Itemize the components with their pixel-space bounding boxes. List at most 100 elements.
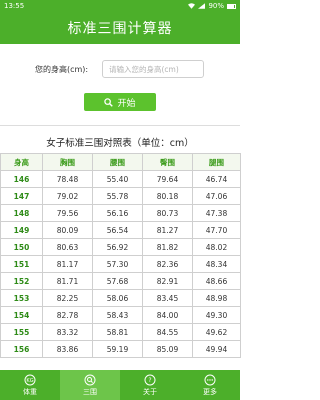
search-icon — [104, 97, 114, 107]
search-icon — [84, 374, 96, 386]
height-input[interactable] — [102, 60, 204, 78]
height-form: 您的身高(cm): 开始 — [0, 44, 240, 124]
kg-icon: KG — [24, 374, 36, 386]
cell-waist: 56.16 — [92, 204, 143, 222]
tab-about-label: 关于 — [143, 387, 157, 396]
cell-waist: 58.43 — [92, 306, 143, 324]
cell-waist: 55.78 — [92, 187, 143, 205]
cell-leg: 47.06 — [192, 187, 241, 205]
start-button[interactable]: 开始 — [84, 93, 156, 111]
table-row: 153 82.25 58.06 83.45 48.98 — [0, 289, 241, 307]
tab-more[interactable]: 更多 — [180, 370, 240, 400]
cell-hip: 80.18 — [142, 187, 193, 205]
cell-bust: 83.86 — [42, 340, 93, 358]
cell-hip: 82.36 — [142, 255, 193, 273]
status-bar: 13:55 90% — [0, 0, 240, 12]
cell-bust: 78.48 — [42, 170, 93, 188]
cell-hip: 84.00 — [142, 306, 193, 324]
cell-waist: 56.92 — [92, 238, 143, 256]
cell-height: 146 — [0, 170, 43, 188]
cell-hip: 81.27 — [142, 221, 193, 239]
cell-hip: 79.64 — [142, 170, 193, 188]
cell-waist: 58.81 — [92, 323, 143, 341]
header-hip: 臀围 — [142, 153, 193, 171]
cell-bust: 83.32 — [42, 323, 93, 341]
cell-height: 147 — [0, 187, 43, 205]
table-row: 150 80.63 56.92 81.82 48.02 — [0, 238, 241, 256]
header-leg: 腿围 — [192, 153, 241, 171]
cell-leg: 48.66 — [192, 272, 241, 290]
status-time: 13:55 — [4, 2, 25, 10]
table-header-row: 身高 胸围 腰围 臀围 腿围 — [0, 153, 241, 171]
cell-hip: 84.55 — [142, 323, 193, 341]
measurement-table: 身高 胸围 腰围 臀围 腿围 146 78.48 55.40 79.64 46.… — [0, 153, 241, 358]
cell-height: 148 — [0, 204, 43, 222]
cell-hip: 82.91 — [142, 272, 193, 290]
cell-hip: 85.09 — [142, 340, 193, 358]
table-row: 148 79.56 56.16 80.73 47.38 — [0, 204, 241, 222]
cell-bust: 82.25 — [42, 289, 93, 307]
cell-height: 153 — [0, 289, 43, 307]
svg-text:?: ? — [148, 377, 151, 384]
header-bust: 胸围 — [42, 153, 93, 171]
table-row: 149 80.09 56.54 81.27 47.70 — [0, 221, 241, 239]
cell-leg: 49.62 — [192, 323, 241, 341]
cell-height: 149 — [0, 221, 43, 239]
battery-text: 90% — [208, 2, 224, 10]
cell-leg: 48.98 — [192, 289, 241, 307]
tab-more-label: 更多 — [203, 387, 217, 396]
table-row: 147 79.02 55.78 80.18 47.06 — [0, 187, 241, 205]
cell-waist: 57.68 — [92, 272, 143, 290]
cell-height: 152 — [0, 272, 43, 290]
cell-leg: 49.94 — [192, 340, 241, 358]
table-title: 女子标准三围对照表（单位：cm） — [46, 138, 194, 149]
more-icon — [204, 374, 216, 386]
start-button-label: 开始 — [117, 98, 136, 109]
cell-leg: 48.02 — [192, 238, 241, 256]
cell-leg: 47.70 — [192, 221, 241, 239]
table-row: 146 78.48 55.40 79.64 46.74 — [0, 170, 241, 188]
cell-height: 156 — [0, 340, 43, 358]
svg-text:KG: KG — [26, 378, 33, 384]
table-row: 154 82.78 58.43 84.00 49.30 — [0, 306, 241, 324]
signal-icon — [198, 3, 206, 9]
height-label: 您的身高(cm): — [35, 65, 89, 74]
cell-height: 151 — [0, 255, 43, 273]
battery-icon — [227, 3, 236, 9]
cell-bust: 79.02 — [42, 187, 93, 205]
app-title: 标准三围计算器 — [67, 21, 173, 37]
cell-bust: 81.71 — [42, 272, 93, 290]
header-height: 身高 — [0, 153, 43, 171]
cell-bust: 80.63 — [42, 238, 93, 256]
tab-about[interactable]: ? 关于 — [120, 370, 180, 400]
cell-hip: 80.73 — [142, 204, 193, 222]
table-row: 151 81.17 57.30 82.36 48.34 — [0, 255, 241, 273]
table-row: 156 83.86 59.19 85.09 49.94 — [0, 340, 241, 358]
status-right: 90% — [188, 2, 236, 10]
cell-hip: 81.82 — [142, 238, 193, 256]
cell-waist: 56.54 — [92, 221, 143, 239]
bottom-tab-bar: KG 体重 三围 ? 关于 更多 — [0, 370, 240, 400]
cell-leg: 47.38 — [192, 204, 241, 222]
tab-weight-label: 体重 — [23, 387, 37, 396]
divider — [0, 125, 240, 126]
tab-measurements[interactable]: 三围 — [60, 370, 120, 400]
cell-leg: 48.34 — [192, 255, 241, 273]
cell-waist: 57.30 — [92, 255, 143, 273]
cell-bust: 82.78 — [42, 306, 93, 324]
cell-bust: 79.56 — [42, 204, 93, 222]
cell-height: 154 — [0, 306, 43, 324]
table-row: 155 83.32 58.81 84.55 49.62 — [0, 323, 241, 341]
cell-bust: 81.17 — [42, 255, 93, 273]
cell-height: 150 — [0, 238, 43, 256]
cell-bust: 80.09 — [42, 221, 93, 239]
cell-leg: 49.30 — [192, 306, 241, 324]
table-row: 152 81.71 57.68 82.91 48.66 — [0, 272, 241, 290]
cell-waist: 55.40 — [92, 170, 143, 188]
app-title-bar: 标准三围计算器 — [0, 12, 240, 44]
tab-weight[interactable]: KG 体重 — [0, 370, 60, 400]
cell-waist: 59.19 — [92, 340, 143, 358]
question-icon: ? — [144, 374, 156, 386]
tab-measurements-label: 三围 — [83, 387, 97, 396]
wifi-icon — [188, 3, 196, 9]
